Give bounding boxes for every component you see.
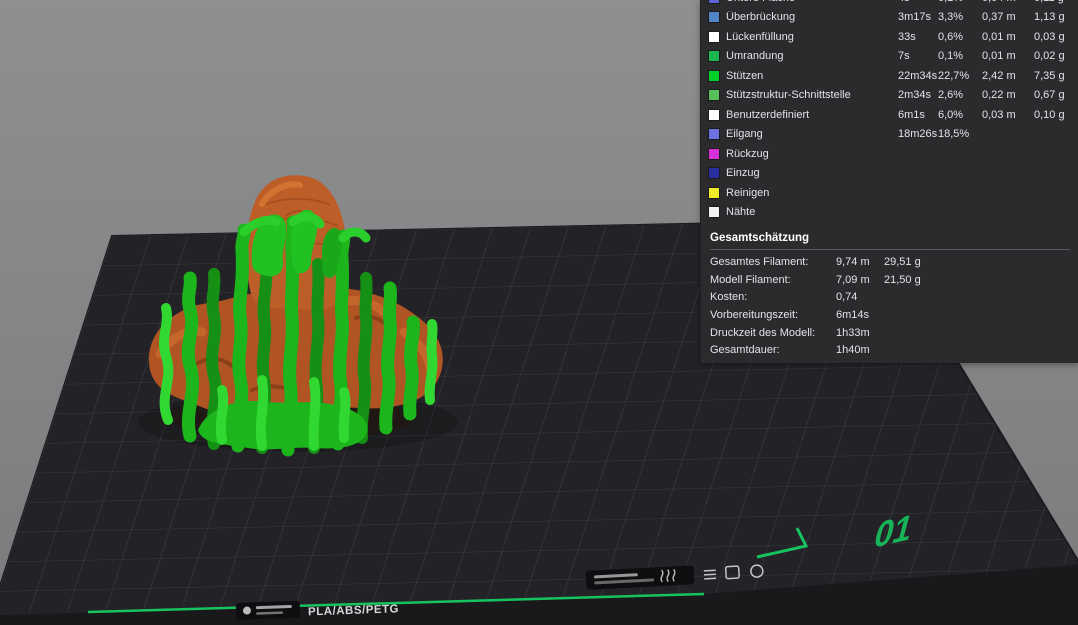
summary-label: Kosten: bbox=[710, 291, 748, 304]
feature-weight: 0,67 g bbox=[1034, 89, 1065, 102]
summary-value2: 21,50 g bbox=[884, 273, 921, 286]
legend-swatch bbox=[709, 207, 719, 218]
feature-percent: 0,1% bbox=[938, 0, 982, 4]
feature-row-untere-flaeche: Untere Fläche 4s 0,1% 0,04 m 0,11 g bbox=[701, 0, 1078, 8]
summary-label: Gesamtdauer: bbox=[710, 344, 780, 357]
feature-time: 22m34s bbox=[898, 69, 938, 82]
summary-row-gesamtdauer: Gesamtdauer: 1h40m bbox=[701, 341, 1078, 359]
feature-row-naehte: Nähte bbox=[701, 203, 1078, 223]
feature-percent: 22,7% bbox=[938, 69, 970, 82]
summary-value: 9,74 m bbox=[836, 255, 870, 268]
feature-time: 33s bbox=[898, 30, 916, 43]
feature-time: 18m26s bbox=[898, 128, 938, 141]
feature-percent: 18,5% bbox=[938, 128, 970, 141]
feature-row-ueberbrueckung: Überbrückung 3m17s 3,3% 0,37 m 1,13 g bbox=[701, 8, 1078, 28]
feature-label: Benutzerdefiniert bbox=[726, 108, 810, 121]
feature-row-benutzerdefiniert: Benutzerdefiniert 6m1s 6,0% 0,03 m 0,10 … bbox=[701, 105, 1078, 125]
feature-percent: 0,6% bbox=[938, 30, 964, 43]
feature-row-reinigen: Reinigen bbox=[701, 183, 1078, 203]
feature-label: Umrandung bbox=[726, 50, 784, 63]
slicer-preview-stage: 01 PLA/ABS/PETG Überbrückung 3m17s 3,3% … bbox=[0, 0, 1078, 625]
summary-value2: 29,51 g bbox=[884, 255, 921, 268]
summary-label: Modell Filament: bbox=[710, 273, 791, 286]
feature-label: Einzug bbox=[726, 167, 760, 180]
feature-weight: 1,13 g bbox=[1034, 11, 1065, 24]
summary-table: Gesamtes Filament: 9,74 m 29,51 g Modell… bbox=[701, 253, 1078, 359]
legend-swatch bbox=[709, 109, 719, 120]
feature-label: Nähte bbox=[726, 206, 756, 219]
feature-percent: 0,1% bbox=[938, 50, 964, 63]
feature-row-eilgang: Eilgang 18m26s 18,5% bbox=[701, 125, 1078, 145]
feature-row-umrandung: Umrandung 7s 0,1% 0,01 m 0,02 g bbox=[701, 47, 1078, 67]
summary-value: 1h33m bbox=[836, 326, 870, 339]
summary-divider bbox=[710, 249, 1070, 250]
legend-swatch bbox=[709, 70, 719, 81]
feature-time: 6m1s bbox=[898, 108, 925, 121]
feature-length: 0,01 m bbox=[982, 50, 1016, 63]
legend-swatch bbox=[709, 31, 719, 42]
legend-swatch bbox=[709, 0, 719, 3]
feature-label: Rückzug bbox=[726, 147, 769, 160]
summary-row-vorbereitungszeit: Vorbereitungszeit: 6m14s bbox=[701, 306, 1078, 324]
feature-length: 2,42 m bbox=[982, 69, 1016, 82]
feature-label: Stützen bbox=[726, 69, 764, 82]
feature-weight: 0,10 g bbox=[1034, 108, 1065, 121]
legend-swatch bbox=[709, 168, 719, 179]
legend-swatch bbox=[709, 148, 719, 159]
summary-value: 6m14s bbox=[836, 308, 870, 321]
feature-row-stuetzstruktur-schnittstelle: Stützstruktur-Schnittstelle 2m34s 2,6% 0… bbox=[701, 86, 1078, 106]
feature-length: 0,37 m bbox=[982, 11, 1016, 24]
feature-time: 3m17s bbox=[898, 11, 932, 24]
summary-label: Gesamtes Filament: bbox=[710, 255, 809, 268]
summary-label: Vorbereitungszeit: bbox=[710, 308, 799, 321]
feature-length: 0,22 m bbox=[982, 89, 1016, 102]
legend-swatch bbox=[709, 90, 719, 101]
feature-weight: 0,02 g bbox=[1034, 50, 1065, 63]
summary-value: 1h40m bbox=[836, 344, 870, 357]
feature-weight: 7,35 g bbox=[1034, 69, 1065, 82]
summary-row-modell-filament: Modell Filament: 7,09 m 21,50 g bbox=[701, 271, 1078, 289]
summary-value: 7,09 m bbox=[836, 273, 870, 286]
feature-time: 2m34s bbox=[898, 89, 932, 102]
legend-swatch bbox=[709, 51, 719, 62]
feature-weight: 0,03 g bbox=[1034, 30, 1065, 43]
summary-row-gesamtes-filament: Gesamtes Filament: 9,74 m 29,51 g bbox=[701, 253, 1078, 271]
feature-time: 7s bbox=[898, 50, 910, 63]
feature-label: Untere Fläche bbox=[726, 0, 898, 4]
feature-percent: 3,3% bbox=[938, 11, 964, 24]
feature-time: 4s bbox=[898, 0, 938, 4]
slicing-stats-panel: Untere Fläche 4s 0,1% 0,04 m 0,11 g Über… bbox=[700, 0, 1078, 363]
legend-swatch bbox=[709, 129, 719, 140]
feature-weight: 0,11 g bbox=[1034, 0, 1070, 4]
feature-label: Stützstruktur-Schnittstelle bbox=[726, 89, 851, 102]
feature-row-einzug: Einzug bbox=[701, 164, 1078, 184]
feature-row-rueckzug: Rückzug bbox=[701, 144, 1078, 164]
summary-title: Gesamtschätzung bbox=[710, 232, 810, 244]
feature-percent: 2,6% bbox=[938, 89, 964, 102]
feature-length: 0,01 m bbox=[982, 30, 1016, 43]
summary-row-druckzeit: Druckzeit des Modell: 1h33m bbox=[701, 324, 1078, 342]
feature-row-stuetzen: Stützen 22m34s 22,7% 2,42 m 7,35 g bbox=[701, 66, 1078, 86]
feature-label: Überbrückung bbox=[726, 11, 796, 24]
feature-length: 0,03 m bbox=[982, 108, 1016, 121]
legend-swatch bbox=[709, 187, 719, 198]
feature-row-lueckenfuellung: Lückenfüllung 33s 0,6% 0,01 m 0,03 g bbox=[701, 27, 1078, 47]
legend-swatch bbox=[709, 12, 719, 23]
feature-percent: 6,0% bbox=[938, 108, 964, 121]
summary-label: Druckzeit des Modell: bbox=[710, 326, 816, 339]
summary-row-kosten: Kosten: 0,74 bbox=[701, 288, 1078, 306]
feature-label: Reinigen bbox=[726, 186, 770, 199]
summary-value: 0,74 bbox=[836, 291, 858, 304]
feature-label: Lückenfüllung bbox=[726, 30, 794, 43]
feature-label: Eilgang bbox=[726, 128, 763, 141]
feature-length: 0,04 m bbox=[982, 0, 1034, 4]
feature-usage-table: Untere Fläche 4s 0,1% 0,04 m 0,11 g Über… bbox=[701, 0, 1078, 222]
